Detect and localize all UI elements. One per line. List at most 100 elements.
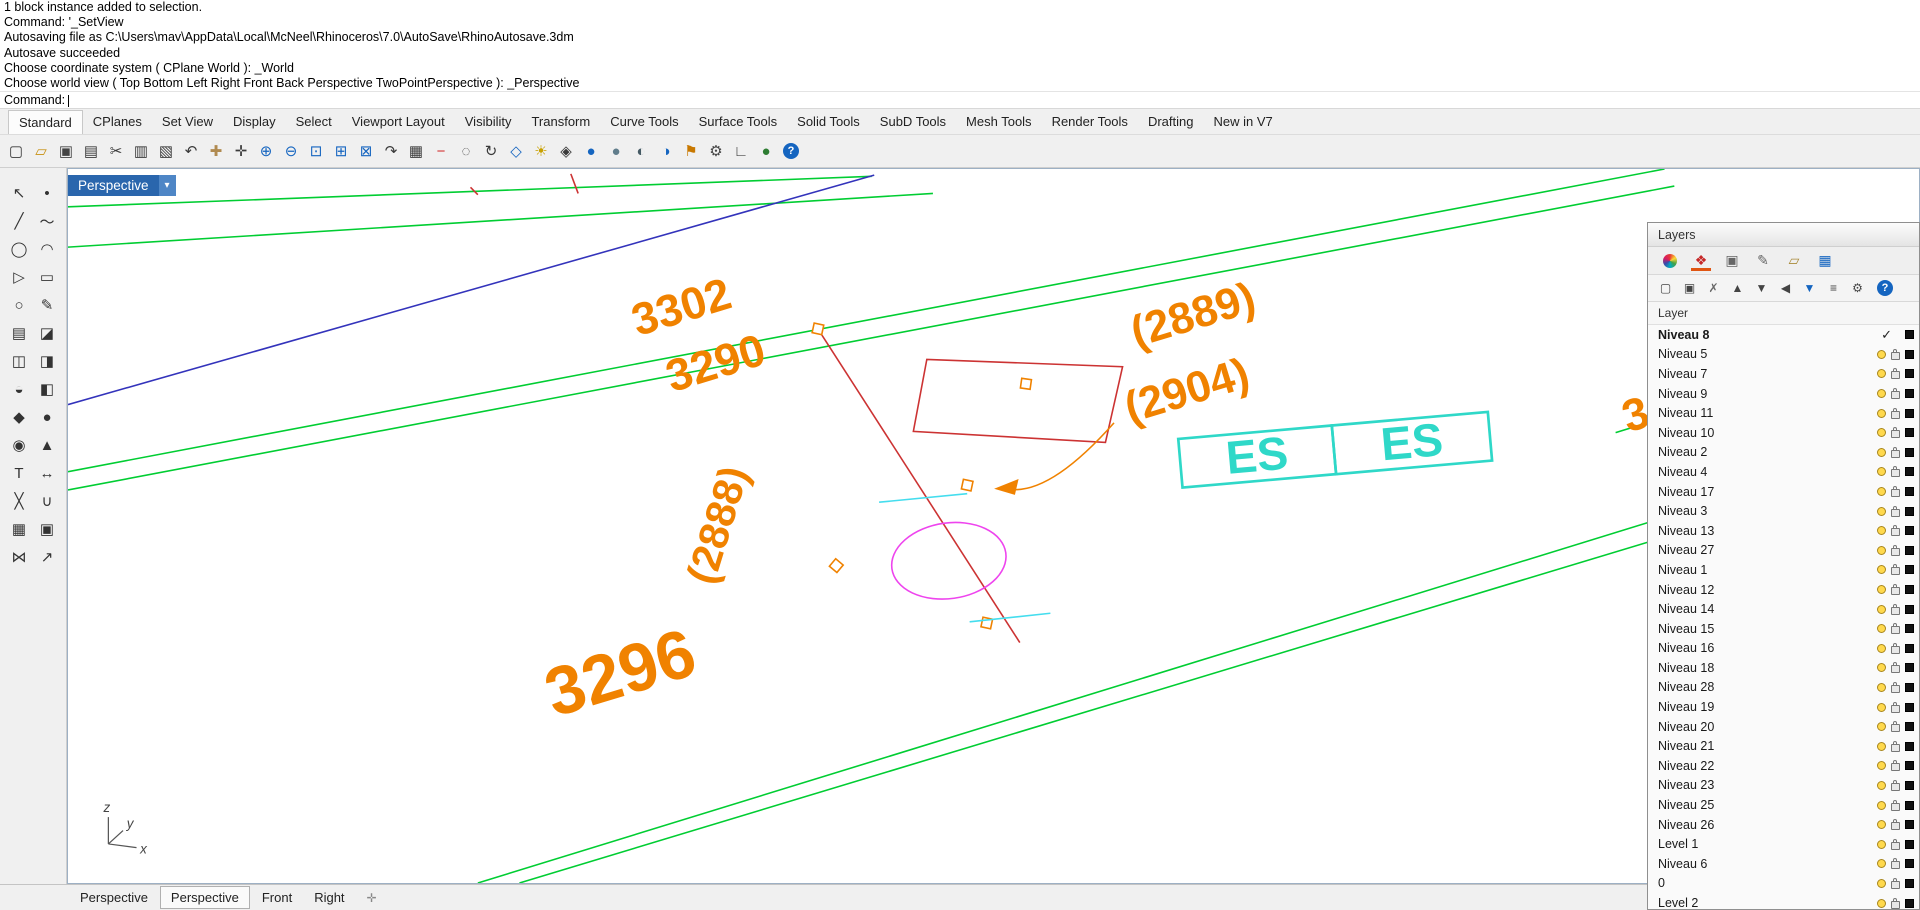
layer-visibility-bulb-icon[interactable] (1877, 467, 1886, 477)
layer-row[interactable]: Niveau 25 (1648, 795, 1919, 815)
layer-visibility-bulb-icon[interactable] (1877, 389, 1886, 399)
layer-lock-icon[interactable] (1891, 368, 1900, 380)
layer-visibility-bulb-icon[interactable] (1877, 761, 1886, 771)
join-icon[interactable]: ∪ (34, 488, 60, 514)
layer-visibility-bulb-icon[interactable] (1877, 643, 1886, 653)
layer-color-swatch[interactable] (1905, 898, 1914, 908)
layer-lock-icon[interactable] (1891, 427, 1900, 439)
zoom-out-icon[interactable]: ⊖ (279, 139, 303, 163)
layer-lock-icon[interactable] (1891, 819, 1900, 831)
render-icon[interactable]: ● (579, 139, 603, 163)
point-icon[interactable]: • (34, 180, 60, 206)
box-icon[interactable]: ◆ (6, 404, 32, 430)
array-icon[interactable]: ▦ (6, 516, 32, 542)
layer-lock-icon[interactable] (1891, 388, 1900, 400)
delete-icon[interactable]: − (429, 139, 453, 163)
layer-lock-icon[interactable] (1891, 662, 1900, 674)
layer-lock-icon[interactable] (1891, 348, 1900, 360)
layer-lock-icon[interactable] (1891, 799, 1900, 811)
menu-tab-new-in-v7[interactable]: New in V7 (1203, 110, 1282, 133)
flag-icon[interactable]: ⚑ (679, 139, 703, 163)
layer-row[interactable]: Niveau 28 (1648, 678, 1919, 698)
layer-visibility-bulb-icon[interactable] (1877, 820, 1886, 830)
layer-lock-icon[interactable] (1891, 681, 1900, 693)
pan-icon[interactable]: ✚ (204, 139, 228, 163)
viewport-tab-perspective-1[interactable]: Perspective (159, 886, 250, 909)
cone-icon[interactable]: ▲ (34, 432, 60, 458)
layer-row[interactable]: Niveau 20 (1648, 717, 1919, 737)
layer-visibility-bulb-icon[interactable] (1877, 447, 1886, 457)
layer-row[interactable]: Niveau 7 (1648, 364, 1919, 384)
layer-color-swatch[interactable] (1905, 820, 1914, 830)
layer-color-swatch[interactable] (1905, 800, 1914, 810)
layer-lock-icon[interactable] (1891, 466, 1900, 478)
menu-tab-surface-tools[interactable]: Surface Tools (689, 110, 788, 133)
open-file-icon[interactable]: ▱ (29, 139, 53, 163)
redo-view-icon[interactable]: ↷ (379, 139, 403, 163)
layer-lock-icon[interactable] (1891, 544, 1900, 556)
web-tab-icon[interactable]: ▦ (1815, 251, 1835, 271)
layer-color-swatch[interactable] (1905, 408, 1914, 418)
annotation-3296[interactable]: 3296 (536, 615, 704, 732)
copy-icon[interactable]: ▥ (129, 139, 153, 163)
shaded-icon[interactable]: ● (604, 139, 628, 163)
green-edge-line[interactable] (68, 175, 872, 208)
cplane-icon[interactable]: ∟ (729, 139, 753, 163)
menu-tab-solid-tools[interactable]: Solid Tools (787, 110, 870, 133)
menu-tab-curve-tools[interactable]: Curve Tools (600, 110, 688, 133)
viewport[interactable]: 3302 3290 (2889) (2904) (2888) 3296 3 ES… (67, 168, 1920, 884)
menu-tab-standard[interactable]: Standard (8, 109, 83, 134)
tab-grip-icon[interactable]: ✛ (367, 891, 377, 905)
layer-row[interactable]: Niveau 21 (1648, 736, 1919, 756)
layer-visibility-bulb-icon[interactable] (1877, 702, 1886, 712)
expand-icon[interactable]: ◀ (1777, 280, 1794, 297)
lamp-icon[interactable]: ☀ (529, 139, 553, 163)
layer-row[interactable]: Niveau 9 (1648, 384, 1919, 404)
properties-tab-icon[interactable] (1663, 253, 1677, 268)
panel-help-icon[interactable]: ? (1877, 280, 1893, 296)
freeform-curve-icon[interactable]: ～ (34, 208, 60, 234)
layer-row[interactable]: Niveau 18 (1648, 658, 1919, 678)
zoom-window-icon[interactable]: ⊡ (304, 139, 328, 163)
layer-row[interactable]: Level 1 (1648, 834, 1919, 854)
layer-visibility-bulb-icon[interactable] (1877, 428, 1886, 438)
patch-icon[interactable]: ◧ (34, 376, 60, 402)
layer-row[interactable]: Niveau 13 (1648, 521, 1919, 541)
chevron-down-icon[interactable]: ▾ (158, 175, 176, 196)
loft-icon[interactable]: ◨ (34, 348, 60, 374)
layer-row[interactable]: Niveau 22 (1648, 756, 1919, 776)
red-tick[interactable] (570, 173, 579, 194)
layer-visibility-bulb-icon[interactable] (1877, 526, 1886, 536)
xray-icon[interactable]: ◑ (654, 139, 678, 163)
layer-visibility-bulb-icon[interactable] (1877, 506, 1886, 516)
viewport-tab-right-3[interactable]: Right (304, 887, 354, 908)
layer-color-swatch[interactable] (1905, 761, 1914, 771)
mirror-icon[interactable]: ⋈ (6, 544, 32, 570)
layer-visibility-bulb-icon[interactable] (1877, 682, 1886, 692)
paste-icon[interactable]: ▧ (154, 139, 178, 163)
sort-icon[interactable]: ≡ (1825, 280, 1842, 297)
menu-tab-cplanes[interactable]: CPlanes (83, 110, 152, 133)
layer-color-swatch[interactable] (1905, 722, 1914, 732)
layer-visibility-bulb-icon[interactable] (1877, 624, 1886, 634)
layers-tab-icon[interactable]: ❖ (1691, 251, 1711, 271)
layer-visibility-bulb-icon[interactable] (1877, 839, 1886, 849)
save-icon[interactable]: ▣ (54, 139, 78, 163)
revolve-icon[interactable]: ◒ (6, 376, 32, 402)
layer-color-swatch[interactable] (1905, 349, 1914, 359)
layer-color-swatch[interactable] (1905, 643, 1914, 653)
leader-arrow[interactable] (1006, 422, 1115, 491)
move-up-icon[interactable]: ▲ (1729, 280, 1746, 297)
es-label-group[interactable]: ES ES (1176, 409, 1494, 490)
layer-color-swatch[interactable] (1905, 526, 1914, 536)
block-marker[interactable] (960, 478, 974, 492)
menu-tab-mesh-tools[interactable]: Mesh Tools (956, 110, 1042, 133)
es-text-right[interactable]: ES (1379, 413, 1445, 470)
layer-color-swatch[interactable] (1905, 780, 1914, 790)
layer-visibility-bulb-icon[interactable] (1877, 585, 1886, 595)
layer-row[interactable]: Niveau 27 (1648, 541, 1919, 561)
cyan-tick[interactable] (969, 612, 1051, 623)
layer-row[interactable]: Niveau 1 (1648, 560, 1919, 580)
layer-visibility-bulb-icon[interactable] (1877, 408, 1886, 418)
cylinder-icon[interactable]: ◉ (6, 432, 32, 458)
